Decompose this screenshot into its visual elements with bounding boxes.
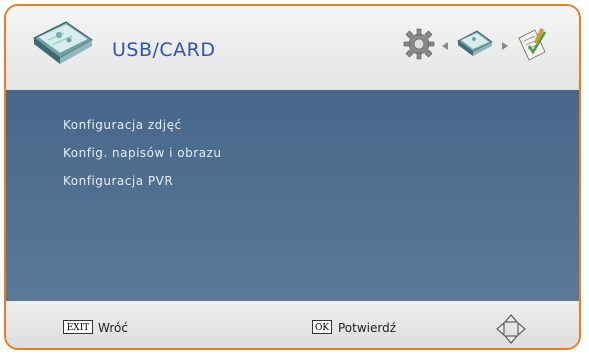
- arrow-right-icon: [502, 42, 508, 50]
- dpad-icon: [495, 313, 527, 345]
- settings-window: USB/CARD Konfiguracja zdjęć Konfig. napi…: [4, 4, 581, 350]
- breadcrumb: [403, 24, 549, 68]
- menu-item-subtitle-image-config[interactable]: Konfig. napisów i obrazu: [63, 146, 221, 160]
- page-title: USB/CARD: [112, 39, 216, 61]
- checklist-icon[interactable]: [515, 26, 549, 66]
- menu-list: Konfiguracja zdjęć Konfig. napisów i obr…: [6, 90, 579, 301]
- exit-label: Wróć: [98, 321, 128, 335]
- ok-label: Potwierdź: [338, 321, 397, 335]
- photo-album-icon[interactable]: [455, 27, 495, 65]
- arrow-left-icon: [442, 42, 448, 50]
- header-bar: USB/CARD: [6, 6, 579, 90]
- gear-icon[interactable]: [403, 28, 435, 64]
- footer-bar: EXIT Wróć OK Potwierdź: [6, 301, 579, 348]
- menu-item-photo-config[interactable]: Konfiguracja zdjęć: [63, 118, 182, 132]
- ok-key[interactable]: OK: [312, 320, 332, 334]
- menu-item-pvr-config[interactable]: Konfiguracja PVR: [63, 174, 173, 188]
- photo-album-icon: [28, 16, 98, 72]
- exit-key[interactable]: EXIT: [63, 320, 93, 334]
